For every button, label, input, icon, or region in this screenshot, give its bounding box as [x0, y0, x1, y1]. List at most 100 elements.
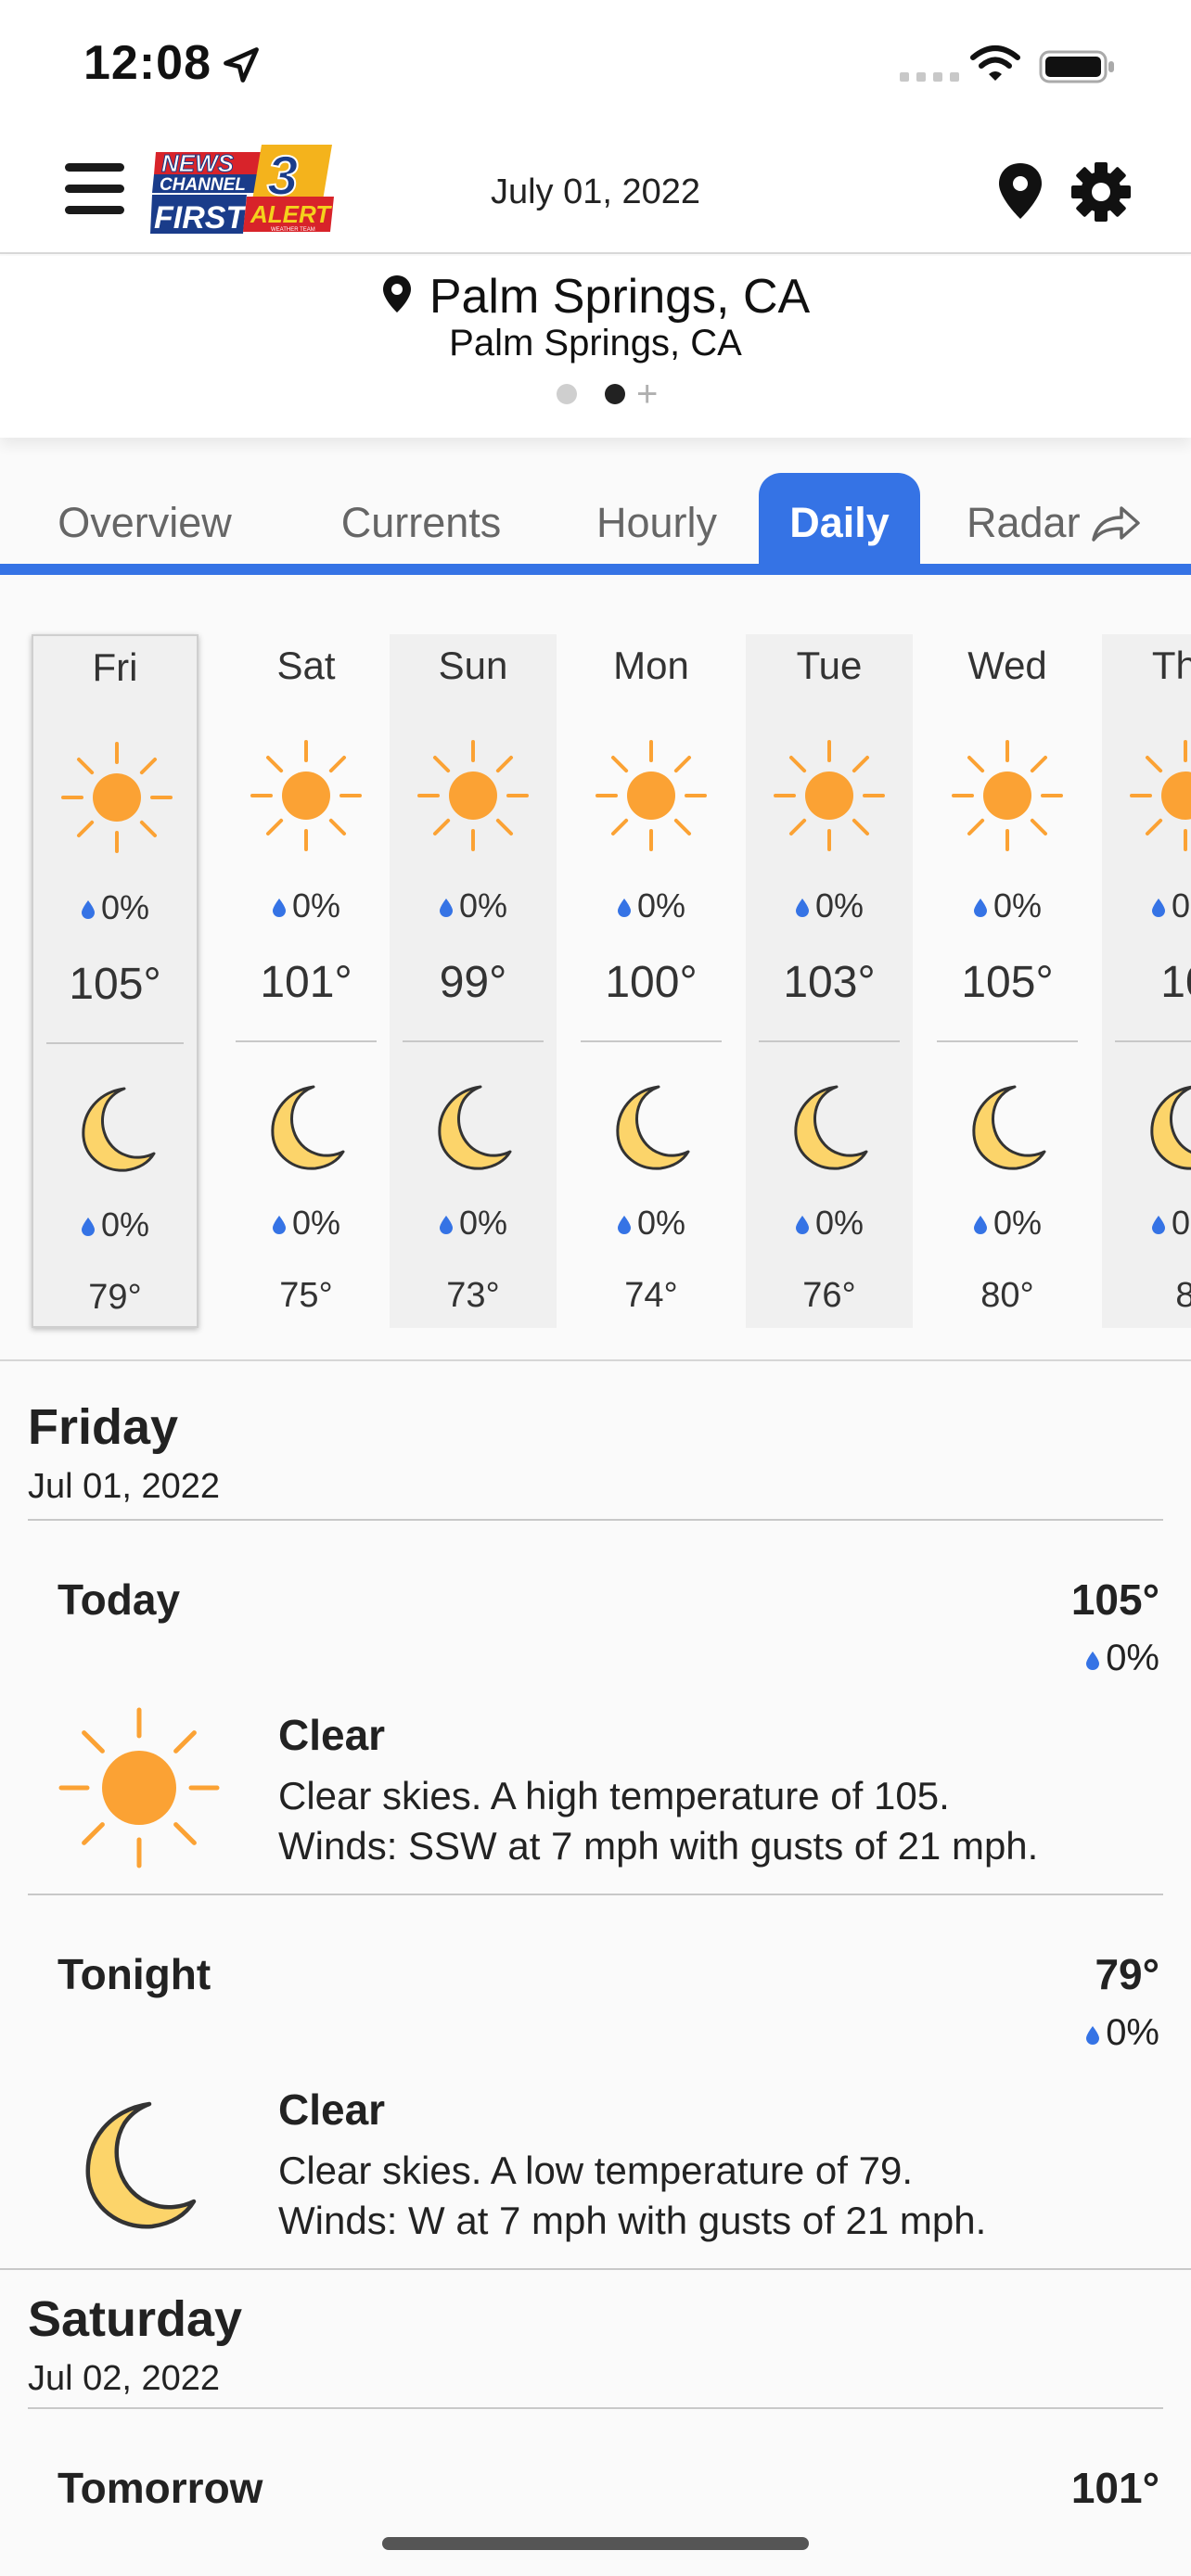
period-temp: 79°: [1095, 1950, 1159, 1998]
period-temp: 105°: [1070, 1575, 1159, 1624]
tab-currents[interactable]: Currents: [299, 473, 544, 573]
period-name: Today: [58, 1575, 181, 1624]
day-column-mon[interactable]: Mon 0% 100° 0% 74°: [568, 634, 735, 1328]
period-precip: 0%: [1085, 1638, 1159, 1679]
raindrop-icon: [1086, 2026, 1100, 2045]
day-low-temp: 8: [1102, 1276, 1191, 1316]
cellular-signal-icon: [900, 72, 959, 82]
divider: [403, 1040, 544, 1042]
divider: [581, 1040, 722, 1042]
day-low-temp: 75°: [279, 1276, 333, 1315]
add-location-icon[interactable]: +: [636, 376, 658, 413]
raindrop-icon: [1086, 1651, 1100, 1670]
raindrop-icon: [795, 899, 809, 917]
tab-overview[interactable]: Overview: [19, 473, 271, 573]
night-precip: 0%: [746, 1204, 913, 1243]
divider: [28, 2407, 1163, 2409]
day-column-sun[interactable]: Sun 0% 99° 0% 73°: [390, 634, 557, 1328]
day-name: Tue: [796, 644, 863, 687]
moon-icon: [972, 1085, 1046, 1170]
raindrop-icon: [272, 1216, 286, 1234]
news-channel-3-logo: NEWS CHANNEL 3 FIRST ALERT WEATHER TEAM: [150, 144, 334, 236]
raindrop-icon: [1151, 1216, 1165, 1234]
day-heading: Friday: [28, 1399, 179, 1455]
day-high-temp: 103°: [783, 958, 876, 1007]
location-pin-icon[interactable]: [994, 161, 1046, 221]
location-name: Palm Springs, CA: [429, 270, 811, 324]
day-heading: Saturday: [28, 2291, 243, 2347]
tab-daily[interactable]: Daily: [759, 473, 920, 573]
raindrop-icon: [272, 899, 286, 917]
sun-icon: [596, 740, 707, 851]
tab-radar[interactable]: Radar: [942, 473, 1191, 573]
moon-icon: [794, 1085, 868, 1170]
svg-text:NEWS: NEWS: [161, 149, 235, 177]
location-header: Palm Springs, CA Palm Springs, CA +: [0, 256, 1191, 438]
night-precip: 0%: [924, 1204, 1091, 1243]
battery-icon: [1039, 50, 1114, 83]
status-time: 12:08: [83, 36, 211, 90]
day-low-temp: 80°: [980, 1276, 1034, 1315]
day-name: Wed: [967, 644, 1047, 687]
raindrop-icon: [81, 900, 95, 919]
menu-icon[interactable]: [65, 163, 124, 215]
daily-strip: Fri 0% 105° 0% 79° Sat 0% 101° 0% 75° Sun 0% 99° 0% 73…: [0, 575, 1191, 1361]
location-page-indicator[interactable]: +: [557, 376, 658, 413]
divider: [236, 1040, 377, 1042]
page-dot-active[interactable]: [605, 384, 625, 404]
period-precip: 0%: [1085, 2012, 1159, 2054]
divider: [0, 2268, 1191, 2270]
home-indicator[interactable]: [382, 2537, 809, 2550]
location-title[interactable]: Palm Springs, CA: [0, 269, 1191, 325]
moon-icon: [82, 1087, 156, 1172]
tab-hourly[interactable]: Hourly: [562, 473, 751, 573]
day-column-tue[interactable]: Tue 0% 103° 0% 76°: [746, 634, 913, 1328]
moon-icon: [616, 1085, 690, 1170]
divider: [28, 1894, 1163, 1895]
period-name: Tonight: [58, 1950, 211, 1998]
day-precip: 0%: [924, 886, 1091, 925]
day-name: Sat: [276, 644, 336, 687]
svg-text:WEATHER TEAM: WEATHER TEAM: [271, 227, 315, 233]
day-low-temp: 73°: [446, 1276, 500, 1315]
period-condition: Clear: [278, 2085, 386, 2134]
tab-radar-label: Radar: [967, 499, 1081, 546]
location-pin-small-icon: [382, 275, 411, 312]
sun-icon: [774, 740, 885, 851]
day-name: Thu: [1151, 644, 1191, 687]
raindrop-icon: [973, 1216, 987, 1234]
divider: [1115, 1040, 1191, 1042]
location-subtitle: Palm Springs, CA: [449, 323, 742, 363]
night-precip: 0%: [33, 1205, 197, 1244]
wifi-icon: [970, 45, 1020, 81]
day-column-wed[interactable]: Wed 0% 105° 0% 80°: [924, 634, 1091, 1328]
night-precip: 0%: [223, 1204, 390, 1243]
day-name: Fri: [92, 645, 138, 689]
raindrop-icon: [973, 899, 987, 917]
sun-icon: [417, 740, 529, 851]
day-high-temp: 105°: [961, 958, 1054, 1007]
day-date: Jul 01, 2022: [28, 1467, 221, 1506]
sun-icon: [952, 740, 1063, 851]
divider: [28, 1519, 1163, 1521]
settings-gear-icon[interactable]: [1070, 161, 1132, 223]
sun-icon: [1130, 740, 1191, 851]
moon-icon: [438, 1085, 512, 1170]
day-high-temp: 100°: [605, 958, 698, 1007]
moon-icon: [85, 2101, 197, 2229]
day-precip: 0%: [1102, 886, 1191, 925]
page-dot[interactable]: [557, 384, 577, 404]
raindrop-icon: [1151, 899, 1165, 917]
header-date: July 01, 2022: [490, 172, 701, 211]
day-precip: 0%: [746, 886, 913, 925]
day-column-sat[interactable]: Sat 0% 101° 0% 75°: [223, 634, 390, 1328]
sun-icon: [250, 740, 362, 851]
svg-text:ALERT: ALERT: [250, 200, 332, 228]
share-arrow-icon: [1091, 506, 1140, 542]
period-name: Tomorrow: [58, 2464, 263, 2504]
day-column-thu[interactable]: Thu 0% 10 0% 8: [1102, 634, 1191, 1328]
status-bar: 12:08: [0, 0, 1191, 130]
day-column-fri[interactable]: Fri 0% 105° 0% 79°: [32, 634, 198, 1328]
raindrop-icon: [439, 1216, 453, 1234]
raindrop-icon: [795, 1216, 809, 1234]
